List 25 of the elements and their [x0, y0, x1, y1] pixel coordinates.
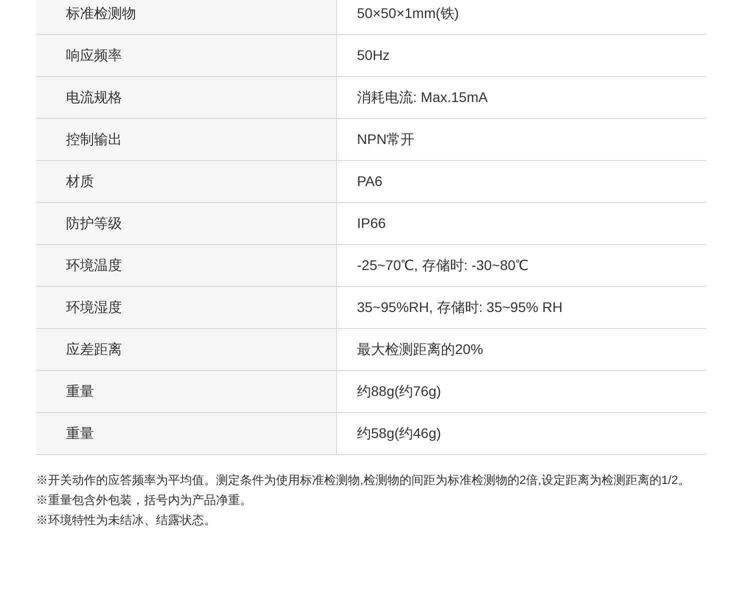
- spec-label: 响应频率: [36, 35, 337, 76]
- spec-label: 防护等级: [36, 203, 337, 244]
- spec-value: IP66: [356, 214, 387, 233]
- spec-label: 环境温度: [36, 245, 337, 286]
- spec-value: -25~70℃, 存储时: -30~80℃: [356, 256, 530, 275]
- footnote: ※环境特性为未结冰、结露状态。: [36, 512, 217, 529]
- spec-label: 应差距离: [36, 329, 337, 370]
- spec-value: 最大检测距离的20%: [356, 340, 484, 359]
- spec-value: NPN常开: [356, 130, 416, 149]
- spec-value: 50Hz: [356, 46, 391, 65]
- footnote: ※开关动作的应答频率为平均值。测定条件为使用标准检测物,检测物的间距为标准检测物的2倍,设定距离为检测距离的1/2。: [36, 472, 692, 489]
- spec-value: 50×50×1mm(铁): [356, 4, 460, 23]
- spec-label: 重量: [36, 371, 337, 412]
- spec-value: PA6: [356, 172, 384, 191]
- spec-label: 材质: [36, 161, 337, 202]
- spec-label: 重量: [36, 413, 337, 454]
- footnote: ※重量包含外包装，括号内为产品净重。: [36, 492, 253, 509]
- spec-value: 约88g(约76g): [356, 382, 442, 401]
- spec-value: 约58g(约46g): [356, 424, 442, 443]
- spec-value: 消耗电流: Max.15mA: [356, 88, 489, 107]
- spec-label: 环境湿度: [36, 287, 337, 328]
- spec-label: 标准检测物: [36, 0, 337, 34]
- spec-label: 电流规格: [36, 77, 337, 118]
- spec-label: 控制输出: [36, 119, 337, 160]
- spec-value: 35~95%RH, 存储时: 35~95% RH: [356, 298, 564, 317]
